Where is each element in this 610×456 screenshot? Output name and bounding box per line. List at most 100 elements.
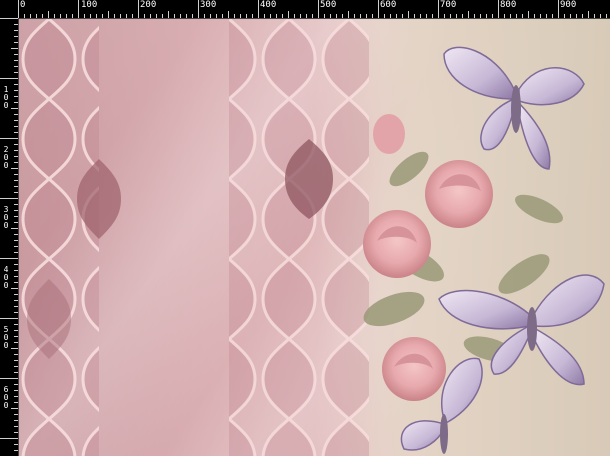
- ruler-tick: [564, 14, 565, 18]
- butterfly: [443, 46, 585, 170]
- ruler-tick: [96, 14, 97, 18]
- ruler-label: 800: [500, 0, 517, 10]
- ruler-tick: [84, 14, 85, 18]
- ruler-tick: [14, 120, 18, 121]
- ruler-tick: [402, 14, 403, 18]
- ruler-tick: [14, 24, 18, 25]
- ruler-tick: [11, 108, 18, 109]
- ruler-label: 0: [20, 0, 26, 10]
- ruler-tick: [420, 14, 421, 18]
- ruler-tick: [0, 438, 18, 439]
- ruler-tick: [11, 348, 18, 349]
- ruler-tick: [132, 14, 133, 18]
- ruler-tick: [14, 414, 18, 415]
- ruler-tick: [14, 192, 18, 193]
- ruler-tick: [504, 14, 505, 18]
- ruler-tick: [270, 14, 271, 18]
- image-canvas[interactable]: [19, 19, 610, 456]
- ruler-tick: [66, 14, 67, 18]
- ruler-tick: [14, 336, 18, 337]
- ruler-tick: [294, 14, 295, 18]
- ruler-tick: [14, 132, 18, 133]
- ruler-tick: [0, 258, 18, 259]
- ruler-tick: [14, 300, 18, 301]
- ruler-tick: [14, 390, 18, 391]
- ruler-tick: [14, 222, 18, 223]
- ruler-label: 6 0 0: [3, 385, 9, 410]
- horizontal-ruler[interactable]: 0 100 200 300 400 500 600 700 800 900: [18, 0, 610, 19]
- ruler-tick: [14, 294, 18, 295]
- lattice-panel-center: [229, 19, 369, 456]
- ruler-tick: [126, 14, 127, 18]
- ruler-tick: [426, 14, 427, 18]
- ruler-tick: [228, 11, 229, 18]
- ruler-tick: [438, 0, 439, 18]
- ruler-tick: [246, 14, 247, 18]
- ruler-tick: [14, 372, 18, 373]
- ruler-tick: [528, 11, 529, 18]
- ruler-tick: [354, 14, 355, 18]
- ruler-tick: [14, 66, 18, 67]
- ruler-label: 1 0 0: [3, 85, 9, 110]
- ruler-label: 400: [260, 0, 277, 10]
- ruler-tick: [282, 14, 283, 18]
- ruler-label: 200: [140, 0, 157, 10]
- ruler-tick: [14, 450, 18, 451]
- ruler-tick: [14, 36, 18, 37]
- ruler-tick: [14, 360, 18, 361]
- ruler-tick: [498, 0, 499, 18]
- ruler-tick: [14, 282, 18, 283]
- ruler-label: 300: [200, 0, 217, 10]
- ruler-tick: [11, 408, 18, 409]
- ruler-label: 2 0 0: [3, 145, 9, 170]
- ruler-tick: [306, 14, 307, 18]
- ruler-tick: [14, 96, 18, 97]
- ruler-tick: [390, 14, 391, 18]
- ruler-tick: [162, 14, 163, 18]
- ruler-label: 500: [320, 0, 337, 10]
- ruler-tick: [14, 84, 18, 85]
- ruler-label: 3 0 0: [3, 205, 9, 230]
- ruler-tick: [450, 14, 451, 18]
- ruler-tick: [144, 14, 145, 18]
- ruler-tick: [14, 384, 18, 385]
- ruler-tick: [174, 14, 175, 18]
- ruler-tick: [14, 252, 18, 253]
- ruler-corner: [0, 0, 18, 18]
- ruler-tick: [492, 14, 493, 18]
- ruler-tick: [14, 432, 18, 433]
- ruler-tick: [54, 14, 55, 18]
- ruler-tick: [396, 14, 397, 18]
- ruler-tick: [14, 150, 18, 151]
- vertical-ruler[interactable]: 1 0 0 2 0 0 3 0 0 4 0 0 5 0 0 6 0 0: [0, 18, 19, 456]
- ruler-tick: [14, 186, 18, 187]
- ruler-tick: [366, 14, 367, 18]
- ruler-tick: [14, 54, 18, 55]
- ruler-tick: [516, 14, 517, 18]
- ruler-tick: [30, 14, 31, 18]
- ruler-tick: [192, 14, 193, 18]
- ruler-tick: [258, 0, 259, 18]
- ruler-tick: [60, 14, 61, 18]
- ruler-tick: [24, 14, 25, 18]
- ruler-tick: [576, 14, 577, 18]
- ruler-tick: [14, 156, 18, 157]
- ruler-tick: [14, 42, 18, 43]
- ruler-tick: [168, 11, 169, 18]
- ruler-tick: [300, 14, 301, 18]
- ruler-tick: [14, 114, 18, 115]
- ruler-tick: [408, 11, 409, 18]
- ruler-tick: [180, 14, 181, 18]
- ruler-tick: [11, 288, 18, 289]
- ruler-tick: [78, 0, 79, 18]
- ruler-tick: [600, 14, 601, 18]
- ruler-tick: [14, 366, 18, 367]
- ruler-tick: [14, 144, 18, 145]
- ruler-tick: [150, 14, 151, 18]
- ruler-tick: [234, 14, 235, 18]
- ruler-tick: [594, 14, 595, 18]
- ruler-tick: [14, 312, 18, 313]
- ruler-label: 5 0 0: [3, 325, 9, 350]
- ruler-tick: [14, 174, 18, 175]
- ruler-tick: [108, 11, 109, 18]
